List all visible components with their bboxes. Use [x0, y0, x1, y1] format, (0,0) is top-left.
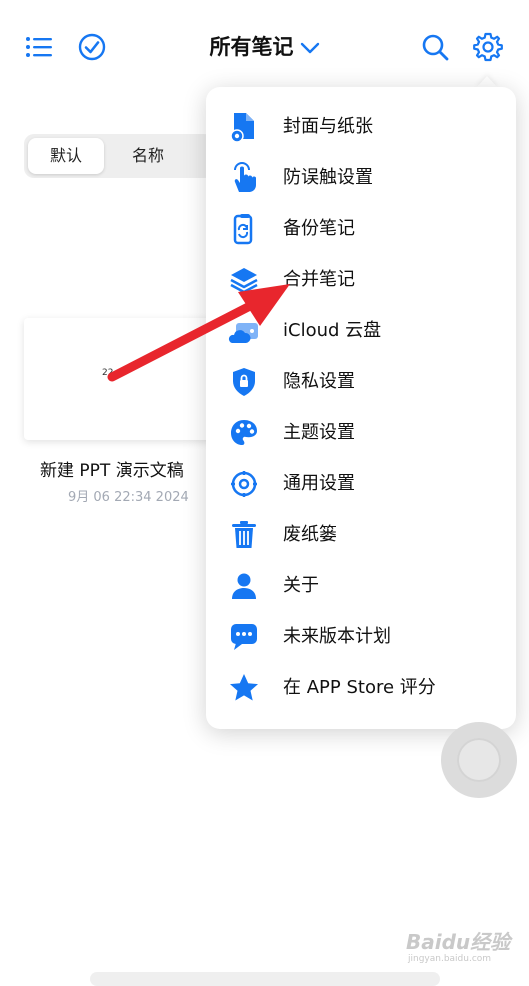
star-icon [228, 672, 260, 704]
trash-icon [228, 519, 260, 551]
floating-assistive-button[interactable] [441, 722, 517, 798]
palette-icon [228, 417, 260, 449]
menu-item-theme[interactable]: 主题设置 [206, 408, 516, 458]
menu-item-backup[interactable]: 备份笔记 [206, 204, 516, 254]
search-icon [422, 34, 449, 61]
menu-item-about[interactable]: 关于 [206, 561, 516, 611]
note-date: 9月 06 22:34 2024 [68, 490, 189, 505]
menu-item-label: 未来版本计划 [283, 626, 391, 647]
menu-item-rate[interactable]: 在 APP Store 评分 [206, 663, 516, 713]
watermark-text: Baidu经验 [406, 930, 511, 954]
menu-item-cover-paper[interactable]: 封面与纸张 [206, 102, 516, 152]
menu-item-label: 在 APP Store 评分 [283, 677, 436, 698]
menu-item-label: 封面与纸张 [283, 116, 373, 137]
hand-tap-icon [228, 162, 260, 194]
sort-tab-default[interactable]: 默认 [28, 138, 104, 174]
phone-sync-icon [228, 213, 260, 245]
chevron-down-icon [300, 31, 320, 65]
floating-button-center [457, 738, 501, 782]
gear-icon [473, 32, 503, 62]
watermark-logo: Baidu经验 jingyan.baidu.com [406, 926, 510, 968]
watermark-subtext: jingyan.baidu.com [408, 954, 492, 964]
menu-item-general[interactable]: 通用设置 [206, 459, 516, 509]
chat-bubble-icon [228, 621, 260, 653]
menu-item-label: 备份笔记 [283, 218, 355, 239]
sort-segmented-control: 默认 名称 [24, 134, 215, 178]
menu-item-label: 主题设置 [283, 422, 355, 443]
file-gear-icon [228, 111, 260, 143]
menu-item-label: 关于 [283, 575, 319, 596]
settings-button[interactable] [471, 30, 505, 64]
menu-item-roadmap[interactable]: 未来版本计划 [206, 612, 516, 662]
menu-item-label: 废纸篓 [283, 524, 337, 545]
bottom-bar [90, 972, 440, 986]
menu-item-label: 通用设置 [283, 473, 355, 494]
sort-tab-name[interactable]: 名称 [110, 138, 186, 174]
search-button[interactable] [418, 30, 452, 64]
menu-item-trash[interactable]: 废纸篓 [206, 510, 516, 560]
annotation-arrow [107, 284, 290, 382]
note-title[interactable]: 新建 PPT 演示文稿 [40, 456, 184, 481]
settings-icon [228, 468, 260, 500]
page-title: 所有笔记 [209, 35, 294, 59]
settings-menu: 封面与纸张 防误触设置 备份笔记 合并笔记 iCloud 云盘 隐私设置 主题设… [206, 87, 516, 729]
menu-item-anti-touch[interactable]: 防误触设置 [206, 153, 516, 203]
menu-item-label: 防误触设置 [283, 167, 373, 188]
person-icon [228, 570, 260, 602]
